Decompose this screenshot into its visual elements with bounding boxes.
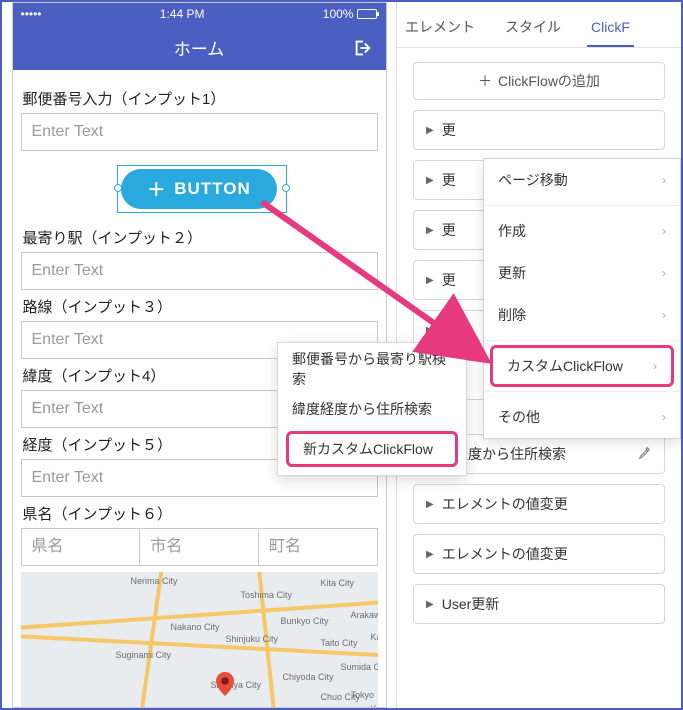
menu-other[interactable]: その他› — [484, 396, 680, 438]
map-city: Arakawa C — [351, 610, 378, 620]
menu-custom-clickflow[interactable]: カスタムClickFlow› — [490, 345, 674, 387]
plus-icon: ＋ — [478, 71, 492, 91]
accordion-label: エレメントの値変更 — [442, 544, 568, 564]
submenu-postal-search[interactable]: 郵便番号から最寄り駅検索 — [278, 349, 466, 389]
menu-create[interactable]: 作成› — [484, 210, 680, 252]
inspector-tabs: エレメント スタイル ClickF — [397, 2, 681, 48]
status-time: 1:44 PM — [160, 7, 205, 21]
town-input[interactable] — [258, 528, 377, 566]
add-button[interactable]: ＋ BUTTON — [121, 169, 277, 209]
plus-icon: ＋ — [147, 176, 166, 202]
accordion-elem-change-2[interactable]: ▶エレメントの値変更 — [413, 534, 665, 574]
submenu-new-custom[interactable]: 新カスタムClickFlow — [286, 431, 458, 467]
accordion-label: エレメントの値変更 — [442, 494, 568, 514]
pref-label: 県名（インプット６） — [23, 503, 378, 524]
map-city: Suginami City — [116, 650, 172, 660]
accordion-user-update[interactable]: ▶User更新 — [413, 584, 665, 624]
signal-icon: ••••• — [21, 7, 42, 21]
map-city: Sumida City — [341, 662, 378, 672]
city-input[interactable] — [139, 528, 258, 566]
postal-label: 郵便番号入力（インプット1） — [23, 88, 378, 109]
map-city: Toshima City — [241, 590, 293, 600]
add-clickflow-label: ClickFlowの追加 — [498, 71, 600, 91]
chevron-right-icon: › — [662, 266, 666, 280]
logout-icon[interactable] — [352, 37, 374, 64]
chevron-right-icon: › — [662, 410, 666, 424]
map-city: Minato City — [251, 706, 296, 707]
tab-style[interactable]: スタイル — [501, 17, 565, 47]
accordion-item[interactable]: ▶更 — [413, 110, 665, 150]
map-city: Shinjuku City — [226, 634, 279, 644]
accordion-label: User更新 — [442, 594, 500, 614]
map-city: Bunkyo City — [281, 616, 329, 626]
tab-clickflow[interactable]: ClickF — [587, 19, 634, 47]
line-label: 路線（インプット３） — [23, 296, 378, 317]
station-label: 最寄り駅（インプット２） — [23, 227, 378, 248]
map-city: Tokyo — [351, 690, 375, 700]
clickflow-menu: ページ移動› 作成› 更新› 削除› カスタムClickFlow› その他› — [483, 158, 681, 439]
station-input[interactable] — [21, 252, 378, 290]
chevron-right-icon: › — [662, 173, 666, 187]
add-clickflow-button[interactable]: ＋ ClickFlowの追加 — [413, 62, 665, 100]
map-city: Chiyoda City — [283, 672, 334, 682]
clickflow-submenu: 郵便番号から最寄り駅検索 緯度経度から住所検索 新カスタムClickFlow — [277, 342, 467, 476]
chevron-right-icon: › — [662, 308, 666, 322]
menu-update[interactable]: 更新› — [484, 252, 680, 294]
pencil-icon[interactable] — [638, 446, 652, 463]
menu-page-move[interactable]: ページ移動› — [484, 159, 680, 201]
pref-input[interactable] — [21, 528, 140, 566]
accordion-elem-change-1[interactable]: ▶エレメントの値変更 — [413, 484, 665, 524]
map-pin-icon — [216, 672, 234, 698]
map-city: Taito City — [321, 638, 358, 648]
chevron-right-icon: › — [662, 224, 666, 238]
menu-delete[interactable]: 削除› — [484, 294, 680, 336]
tab-elements[interactable]: エレメント — [401, 17, 479, 47]
submenu-latlng-search[interactable]: 緯度経度から住所検索 — [278, 389, 466, 429]
postal-input[interactable] — [21, 113, 378, 151]
button-label: BUTTON — [174, 179, 251, 199]
map-preview: Nerima City Toshima City Kita City Nakan… — [21, 572, 378, 707]
map-city: Nerima City — [131, 576, 178, 586]
nav-bar: ホーム — [13, 25, 386, 70]
status-bar: ••••• 1:44 PM 100% — [13, 3, 386, 25]
map-city: Katsu — [371, 632, 378, 642]
page-title: ホーム — [174, 35, 225, 60]
chevron-right-icon: › — [653, 359, 657, 373]
battery-percent: 100% — [323, 7, 354, 21]
map-city: Nakano City — [171, 622, 220, 632]
map-city: Koto — [371, 704, 378, 707]
battery-icon — [357, 9, 377, 19]
map-city: Kita City — [321, 578, 355, 588]
